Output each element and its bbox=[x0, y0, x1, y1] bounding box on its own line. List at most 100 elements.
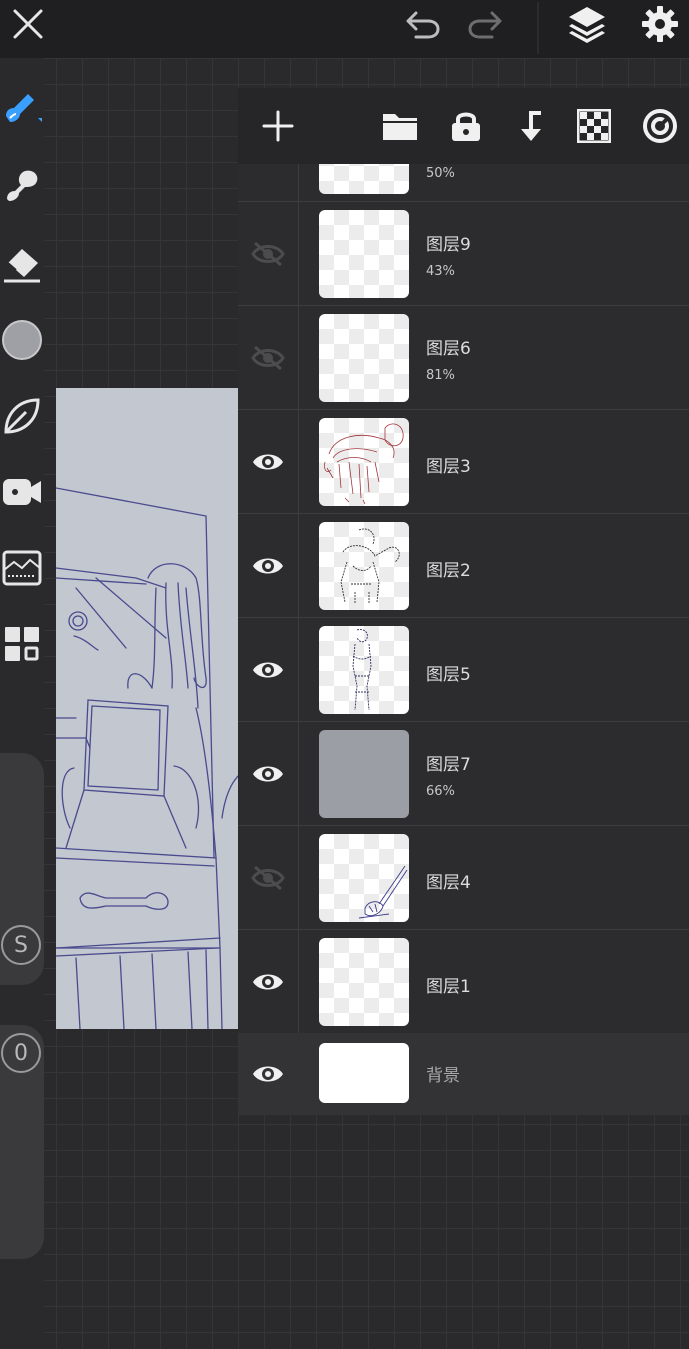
select-tool[interactable] bbox=[0, 390, 44, 442]
transparency-button[interactable] bbox=[570, 102, 618, 150]
background-layer-row[interactable]: 背景 bbox=[238, 1033, 689, 1115]
layer-name: 图层5 bbox=[426, 665, 471, 685]
checkerboard-icon bbox=[577, 109, 611, 143]
size-slider[interactable]: S bbox=[0, 753, 44, 985]
tool-bar: S 0 bbox=[0, 58, 44, 1349]
visibility-toggle[interactable] bbox=[244, 514, 292, 618]
layers-divider bbox=[298, 164, 299, 1033]
layers-panel-header bbox=[238, 88, 689, 164]
visibility-toggle[interactable] bbox=[244, 722, 292, 826]
color-icon bbox=[2, 320, 42, 360]
reference-tool[interactable] bbox=[0, 542, 44, 594]
blue-sketch-thumb bbox=[358, 865, 408, 919]
close-icon bbox=[13, 9, 43, 39]
top-bar-divider bbox=[537, 2, 539, 54]
layer-thumbnail bbox=[319, 834, 409, 922]
eye-icon bbox=[253, 454, 283, 470]
eraser-icon bbox=[4, 249, 40, 283]
close-button[interactable] bbox=[4, 4, 52, 44]
layer-name: 图层7 bbox=[426, 755, 471, 775]
eye-icon bbox=[253, 974, 283, 990]
video-icon bbox=[3, 479, 41, 505]
visibility-toggle[interactable] bbox=[244, 826, 292, 930]
layer-name: 图层4 bbox=[426, 873, 471, 893]
visibility-toggle[interactable] bbox=[244, 1033, 292, 1115]
redo-button[interactable] bbox=[462, 4, 510, 44]
video-tool[interactable] bbox=[0, 466, 44, 518]
plus-icon bbox=[262, 110, 294, 142]
layer-row[interactable]: 图层6 81% bbox=[238, 306, 689, 410]
red-sketch-thumb bbox=[324, 423, 404, 505]
lock-icon bbox=[452, 112, 480, 141]
visibility-toggle[interactable] bbox=[244, 202, 292, 306]
layer-row[interactable]: 图层1 bbox=[238, 930, 689, 1034]
figure-sketch-thumb bbox=[352, 629, 372, 711]
visibility-toggle[interactable] bbox=[244, 930, 292, 1034]
size-slider-label: S bbox=[14, 932, 28, 958]
grid-icon bbox=[5, 627, 39, 661]
eye-icon bbox=[253, 1066, 283, 1082]
gear-icon bbox=[642, 6, 678, 42]
artwork-canvas[interactable] bbox=[56, 388, 240, 1029]
layer-name: 图层6 bbox=[426, 339, 471, 359]
layer-row-partial[interactable]: 50% bbox=[238, 164, 689, 202]
layer-opacity: 81% bbox=[426, 368, 455, 383]
layer-thumbnail bbox=[319, 314, 409, 402]
settings-button[interactable] bbox=[636, 4, 684, 44]
layer-row[interactable]: 图层5 bbox=[238, 618, 689, 722]
visibility-toggle[interactable] bbox=[244, 410, 292, 514]
merge-down-icon bbox=[521, 111, 541, 141]
layer-thumbnail bbox=[319, 522, 409, 610]
add-layer-button[interactable] bbox=[254, 102, 302, 150]
merge-down-button[interactable] bbox=[506, 102, 554, 150]
opacity-slider[interactable]: 0 bbox=[0, 1025, 44, 1259]
layer-row[interactable]: 图层2 bbox=[238, 514, 689, 618]
clipping-button[interactable] bbox=[636, 102, 684, 150]
layer-name: 图层3 bbox=[426, 457, 471, 477]
eye-icon bbox=[253, 558, 283, 574]
layer-name: 背景 bbox=[426, 1066, 460, 1086]
layer-name: 图层1 bbox=[426, 977, 471, 997]
leaf-icon bbox=[4, 398, 40, 434]
layers-list[interactable]: 50% 图层9 43% 图层6 81% 图层3 图层2 图层5 图层7 66% … bbox=[238, 164, 689, 1115]
visibility-toggle[interactable] bbox=[244, 618, 292, 722]
layer-name: 图层9 bbox=[426, 235, 471, 255]
lock-button[interactable] bbox=[442, 102, 490, 150]
visibility-toggle[interactable] bbox=[244, 306, 292, 410]
color-picker[interactable] bbox=[0, 314, 44, 366]
redo-icon bbox=[468, 11, 502, 39]
layer-thumbnail bbox=[319, 418, 409, 506]
layer-thumbnail bbox=[319, 626, 409, 714]
opacity-slider-label: 0 bbox=[14, 1040, 28, 1066]
layer-thumbnail bbox=[319, 730, 409, 818]
layer-name: 图层2 bbox=[426, 561, 471, 581]
opacity-slider-knob[interactable]: 0 bbox=[1, 1033, 41, 1073]
layers-button[interactable] bbox=[563, 4, 611, 44]
brush-icon bbox=[6, 94, 42, 122]
smudge-icon bbox=[7, 170, 38, 201]
layer-thumbnail bbox=[319, 1043, 409, 1103]
layer-row[interactable]: 图层3 bbox=[238, 410, 689, 514]
layers-icon bbox=[569, 7, 605, 43]
top-bar bbox=[0, 0, 689, 58]
eye-off-icon bbox=[251, 865, 285, 891]
layer-row[interactable]: 图层4 bbox=[238, 826, 689, 930]
eraser-tool[interactable] bbox=[0, 238, 44, 290]
eye-icon bbox=[253, 662, 283, 678]
folder-icon bbox=[383, 114, 417, 140]
layers-panel: 50% 图层9 43% 图层6 81% 图层3 图层2 图层5 图层7 66% … bbox=[238, 88, 689, 1115]
smudge-tool[interactable] bbox=[0, 158, 44, 210]
layer-row[interactable]: 图层9 43% bbox=[238, 202, 689, 306]
layer-opacity: 66% bbox=[426, 784, 455, 799]
brush-tool[interactable] bbox=[0, 80, 44, 132]
clipping-icon bbox=[643, 109, 677, 143]
size-slider-knob[interactable]: S bbox=[1, 925, 41, 965]
eye-off-icon bbox=[251, 345, 285, 371]
layer-thumbnail bbox=[319, 938, 409, 1026]
layer-opacity: 43% bbox=[426, 264, 455, 279]
undo-button[interactable] bbox=[398, 4, 446, 44]
layer-opacity: 50% bbox=[426, 166, 455, 181]
folder-button[interactable] bbox=[376, 102, 424, 150]
gallery-tool[interactable] bbox=[0, 618, 44, 670]
layer-row[interactable]: 图层7 66% bbox=[238, 722, 689, 826]
